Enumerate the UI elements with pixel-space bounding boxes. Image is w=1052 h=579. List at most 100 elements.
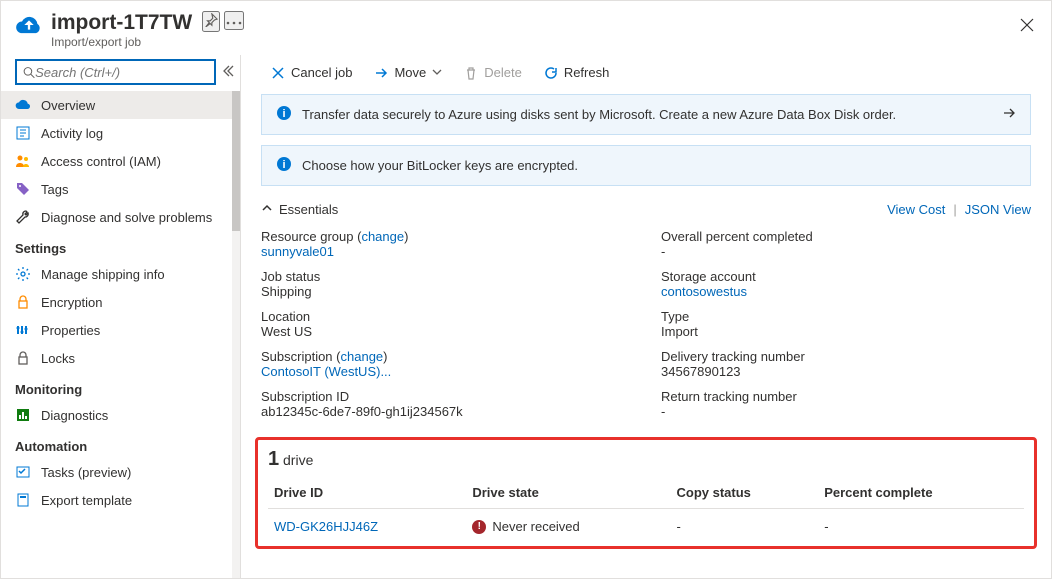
log-icon (15, 125, 31, 141)
arrow-right-icon (374, 66, 388, 80)
sidebar-item-tags[interactable]: Tags (1, 175, 232, 203)
main-content: Cancel job Move Delete Refresh i (241, 55, 1051, 578)
sidebar-item-properties[interactable]: Properties (1, 316, 232, 344)
sidebar-group-monitoring: Monitoring (1, 372, 232, 401)
gear-icon (15, 266, 31, 282)
lock-icon (15, 350, 31, 366)
resource-group-link[interactable]: sunnyvale01 (261, 244, 631, 259)
search-icon (23, 66, 35, 79)
page-title: import-1T7TW (51, 11, 192, 35)
delivery-tracking: 34567890123 (661, 364, 1031, 379)
return-tracking: - (661, 404, 1031, 419)
essentials-title: Essentials (279, 202, 338, 217)
sidebar-item-label: Manage shipping info (41, 267, 165, 282)
svg-text:i: i (282, 159, 285, 171)
sidebar-item-diagnose[interactable]: Diagnose and solve problems (1, 203, 232, 231)
wrench-icon (15, 209, 31, 225)
subscription-id: ab12345c-6de7-89f0-gh1ij234567k (261, 404, 631, 419)
header-titles: import-1T7TW Import/export job (51, 11, 192, 49)
location-value: West US (261, 324, 631, 339)
change-rg-link[interactable]: change (361, 229, 404, 244)
sidebar-item-tasks[interactable]: Tasks (preview) (1, 458, 232, 486)
percent-complete: - (818, 509, 1024, 537)
sidebar-item-label: Encryption (41, 295, 102, 310)
refresh-icon (544, 66, 558, 80)
drive-state: Never received (492, 519, 579, 534)
drives-table: Drive ID Drive state Copy status Percent… (268, 477, 1024, 536)
sidebar-item-diagnostics[interactable]: Diagnostics (1, 401, 232, 429)
storage-account-link[interactable]: contosowestus (661, 284, 1031, 299)
sidebar-item-export-template[interactable]: Export template (1, 486, 232, 514)
chevron-up-icon[interactable] (261, 202, 273, 217)
col-drive-state: Drive state (466, 477, 670, 509)
sidebar-item-label: Locks (41, 351, 75, 366)
sidebar-item-iam[interactable]: Access control (IAM) (1, 147, 232, 175)
databox-banner[interactable]: i Transfer data securely to Azure using … (261, 94, 1031, 135)
bitlocker-banner[interactable]: i Choose how your BitLocker keys are enc… (261, 145, 1031, 186)
blade-header: import-1T7TW Import/export job (1, 1, 1051, 55)
drive-id-link[interactable]: WD-GK26HJJ46Z (274, 519, 378, 534)
close-icon[interactable] (1017, 15, 1037, 35)
tag-icon (15, 181, 31, 197)
info-icon: i (276, 156, 292, 175)
collapse-sidebar-icon[interactable] (222, 65, 234, 80)
sidebar-item-label: Tasks (preview) (41, 465, 131, 480)
search-input[interactable] (35, 65, 208, 80)
tasks-icon (15, 464, 31, 480)
sidebar-item-shipping[interactable]: Manage shipping info (1, 260, 232, 288)
people-icon (15, 153, 31, 169)
refresh-button[interactable]: Refresh (534, 61, 620, 84)
sidebar-item-label: Access control (IAM) (41, 154, 161, 169)
sidebar-item-overview[interactable]: Overview (1, 91, 232, 119)
more-icon[interactable] (224, 11, 244, 30)
error-icon: ! (472, 520, 486, 534)
sidebar-item-label: Diagnose and solve problems (41, 210, 212, 225)
svg-text:i: i (282, 108, 285, 120)
sidebar-menu: Overview Activity log Access control (IA… (1, 91, 232, 578)
view-cost-link[interactable]: View Cost (887, 202, 945, 217)
pin-icon[interactable] (202, 11, 220, 32)
col-drive-id: Drive ID (268, 477, 466, 509)
sidebar-item-activity-log[interactable]: Activity log (1, 119, 232, 147)
sidebar-item-encryption[interactable]: Encryption (1, 288, 232, 316)
lock-icon (15, 294, 31, 310)
template-icon (15, 492, 31, 508)
info-icon: i (276, 105, 292, 124)
delete-button: Delete (454, 61, 532, 84)
properties-icon (15, 322, 31, 338)
sidebar-item-locks[interactable]: Locks (1, 344, 232, 372)
sidebar-item-label: Diagnostics (41, 408, 108, 423)
sidebar-item-label: Properties (41, 323, 100, 338)
sidebar-group-automation: Automation (1, 429, 232, 458)
job-status: Shipping (261, 284, 631, 299)
sidebar-group-settings: Settings (1, 231, 232, 260)
sidebar-item-label: Activity log (41, 126, 103, 141)
type-value: Import (661, 324, 1031, 339)
cloud-upload-icon (15, 11, 43, 39)
cloud-icon (15, 97, 31, 113)
essentials-section: Essentials View Cost | JSON View Resourc… (241, 194, 1051, 433)
banner-text: Choose how your BitLocker keys are encry… (302, 158, 578, 173)
sidebar-item-label: Overview (41, 98, 95, 113)
sidebar-item-label: Export template (41, 493, 132, 508)
arrow-right-icon (1002, 106, 1016, 123)
chevron-down-icon (432, 65, 442, 80)
chart-icon (15, 407, 31, 423)
banner-text: Transfer data securely to Azure using di… (302, 107, 896, 122)
col-percent-complete: Percent complete (818, 477, 1024, 509)
x-icon (271, 66, 285, 80)
subscription-link[interactable]: ContosoIT (WestUS)... (261, 364, 631, 379)
trash-icon (464, 66, 478, 80)
col-copy-status: Copy status (671, 477, 819, 509)
change-sub-link[interactable]: change (341, 349, 384, 364)
cancel-job-button[interactable]: Cancel job (261, 61, 362, 84)
page-subtitle: Import/export job (51, 35, 192, 49)
move-button[interactable]: Move (364, 61, 452, 84)
percent-completed: - (661, 244, 1031, 259)
sidebar: Overview Activity log Access control (IA… (1, 55, 241, 578)
scrollbar[interactable] (232, 91, 240, 578)
sidebar-item-label: Tags (41, 182, 68, 197)
search-input-wrap[interactable] (15, 59, 216, 85)
table-row[interactable]: WD-GK26HJJ46Z !Never received - - (268, 509, 1024, 537)
json-view-link[interactable]: JSON View (965, 202, 1031, 217)
